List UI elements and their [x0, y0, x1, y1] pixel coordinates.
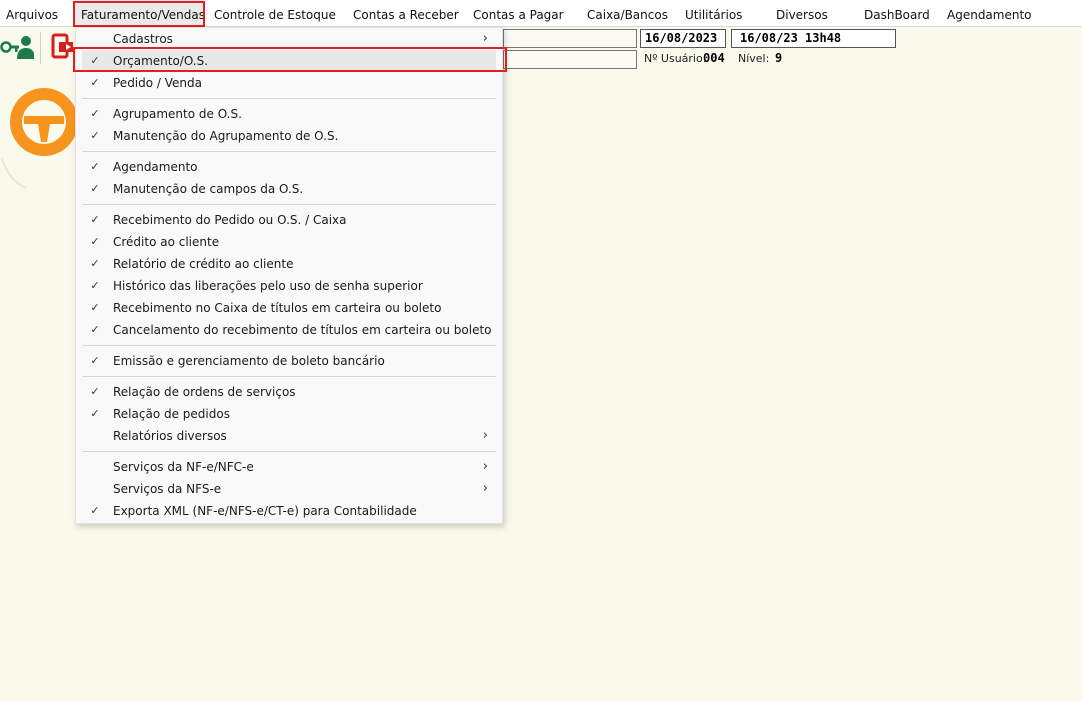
- dropdown-item-label: Pedido / Venda: [113, 76, 203, 90]
- dropdown-item-recebimento-pedido[interactable]: ✓ Recebimento do Pedido ou O.S. / Caixa: [82, 209, 496, 231]
- menu-contas-receber[interactable]: Contas a Receber: [353, 0, 459, 27]
- dropdown-item-label: Histórico das liberações pelo uso de sen…: [113, 279, 423, 293]
- dropdown-item-label: Serviços da NFS-e: [113, 482, 222, 496]
- dropdown-item-agendamento[interactable]: ✓ Agendamento: [82, 156, 496, 178]
- dropdown-item-cancelamento-recebimento[interactable]: ✓ Cancelamento do recebimento de títulos…: [82, 319, 496, 341]
- checkmark-icon: ✓: [90, 257, 100, 270]
- checkmark-icon: ✓: [90, 129, 100, 142]
- menu-diversos[interactable]: Diversos: [776, 0, 828, 27]
- dropdown-item-label: Agendamento: [113, 160, 198, 174]
- usuario-value: 004: [703, 51, 725, 65]
- faturamento-dropdown-menu: Cadastros › ✓ Orçamento/O.S. ✓ Pedido / …: [75, 27, 503, 524]
- chevron-right-icon: ›: [482, 428, 488, 443]
- dropdown-item-exporta-xml[interactable]: ✓ Exporta XML (NF-e/NFS-e/CT-e) para Con…: [82, 500, 496, 522]
- dropdown-item-label: Relação de pedidos: [113, 407, 230, 421]
- dropdown-item-label: Serviços da NF-e/NFC-e: [113, 460, 254, 474]
- checkmark-icon: ✓: [90, 76, 100, 89]
- dropdown-item-label: Recebimento no Caixa de títulos em carte…: [113, 301, 442, 315]
- menu-controle-estoque[interactable]: Controle de Estoque: [214, 0, 336, 27]
- usuario-label: Nº Usuário:: [644, 52, 707, 65]
- chevron-right-icon: ›: [482, 31, 488, 46]
- menu-contas-pagar[interactable]: Contas a Pagar: [473, 0, 564, 27]
- checkmark-icon: ✓: [90, 279, 100, 292]
- dropdown-item-servicos-nfse[interactable]: Serviços da NFS-e ›: [82, 478, 496, 500]
- nivel-value: 9: [775, 51, 783, 65]
- menu-agendamento[interactable]: Agendamento: [947, 0, 1032, 27]
- dropdown-item-recebimento-caixa[interactable]: ✓ Recebimento no Caixa de títulos em car…: [82, 297, 496, 319]
- checkmark-icon: ✓: [90, 301, 100, 314]
- dropdown-item-label: Recebimento do Pedido ou O.S. / Caixa: [113, 213, 347, 227]
- dropdown-item-relatorio-credito[interactable]: ✓ Relatório de crédito ao cliente: [82, 253, 496, 275]
- dropdown-item-label: Cadastros: [113, 32, 173, 46]
- dropdown-item-relacao-os[interactable]: ✓ Relação de ordens de serviços: [82, 381, 496, 403]
- dropdown-item-label: Relatório de crédito ao cliente: [113, 257, 294, 271]
- checkmark-icon: ✓: [90, 504, 100, 517]
- menu-separator: [82, 151, 496, 152]
- dropdown-item-credito-cliente[interactable]: ✓ Crédito ao cliente: [82, 231, 496, 253]
- exit-icon[interactable]: [50, 33, 76, 61]
- blank-field-top: [503, 29, 637, 48]
- nivel-label: Nível:: [738, 52, 770, 65]
- dropdown-item-emissao-boleto[interactable]: ✓ Emissão e gerenciamento de boleto banc…: [82, 350, 496, 372]
- datetime-field: 16/08/23 13h48: [731, 29, 896, 48]
- dropdown-item-label: Relatórios diversos: [113, 429, 227, 443]
- dropdown-item-relacao-pedidos[interactable]: ✓ Relação de pedidos: [82, 403, 496, 425]
- dropdown-item-relatorios-diversos[interactable]: Relatórios diversos ›: [82, 425, 496, 447]
- checkmark-icon: ✓: [90, 407, 100, 420]
- checkmark-icon: ✓: [90, 182, 100, 195]
- steering-wheel-logo-icon: [1, 88, 78, 189]
- dropdown-item-manutencao-campos[interactable]: ✓ Manutenção de campos da O.S.: [82, 178, 496, 200]
- dropdown-item-servicos-nfe[interactable]: Serviços da NF-e/NFC-e ›: [82, 456, 496, 478]
- dropdown-item-label: Manutenção de campos da O.S.: [113, 182, 304, 196]
- blank-field-bottom: [503, 50, 637, 69]
- menu-separator: [82, 98, 496, 99]
- dropdown-item-label: Orçamento/O.S.: [113, 54, 209, 68]
- checkmark-icon: ✓: [90, 107, 100, 120]
- checkmark-icon: ✓: [90, 354, 100, 367]
- menu-separator: [82, 204, 496, 205]
- dropdown-item-agrupamento-os[interactable]: ✓ Agrupamento de O.S.: [82, 103, 496, 125]
- menu-arquivos[interactable]: Arquivos: [6, 0, 58, 27]
- checkmark-icon: ✓: [90, 54, 100, 67]
- date-field: 16/08/2023: [640, 29, 726, 48]
- key-user-icon[interactable]: [0, 33, 34, 61]
- menu-separator: [82, 376, 496, 377]
- dropdown-item-historico-liberacoes[interactable]: ✓ Histórico das liberações pelo uso de s…: [82, 275, 496, 297]
- dropdown-item-manutencao-agrupamento[interactable]: ✓ Manutenção do Agrupamento de O.S.: [82, 125, 496, 147]
- checkmark-icon: ✓: [90, 323, 100, 336]
- menu-faturamento-vendas[interactable]: Faturamento/Vendas: [75, 0, 205, 27]
- menu-separator: [82, 451, 496, 452]
- dropdown-item-label: Exporta XML (NF-e/NFS-e/CT-e) para Conta…: [113, 504, 417, 518]
- dropdown-item-orcamento-os[interactable]: ✓ Orçamento/O.S.: [82, 50, 496, 72]
- menu-caixa-bancos[interactable]: Caixa/Bancos: [587, 0, 668, 27]
- chevron-right-icon: ›: [482, 459, 488, 474]
- menu-bar: Arquivos Faturamento/Vendas Controle de …: [0, 0, 1082, 27]
- menu-separator: [82, 345, 496, 346]
- chevron-right-icon: ›: [482, 481, 488, 496]
- dropdown-item-label: Emissão e gerenciamento de boleto bancár…: [113, 354, 385, 368]
- dropdown-item-label: Manutenção do Agrupamento de O.S.: [113, 129, 339, 143]
- dropdown-item-label: Crédito ao cliente: [113, 235, 220, 249]
- dropdown-item-pedido-venda[interactable]: ✓ Pedido / Venda: [82, 72, 496, 94]
- dropdown-item-label: Cancelamento do recebimento de títulos e…: [113, 323, 492, 337]
- toolbar-separator: [40, 32, 41, 64]
- dropdown-item-label: Relação de ordens de serviços: [113, 385, 296, 399]
- checkmark-icon: ✓: [90, 160, 100, 173]
- menu-utilitarios[interactable]: Utilitários: [685, 0, 742, 27]
- checkmark-icon: ✓: [90, 213, 100, 226]
- menu-dashboard[interactable]: DashBoard: [864, 0, 930, 27]
- checkmark-icon: ✓: [90, 385, 100, 398]
- dropdown-item-cadastros[interactable]: Cadastros ›: [82, 28, 496, 50]
- dropdown-item-label: Agrupamento de O.S.: [113, 107, 242, 121]
- checkmark-icon: ✓: [90, 235, 100, 248]
